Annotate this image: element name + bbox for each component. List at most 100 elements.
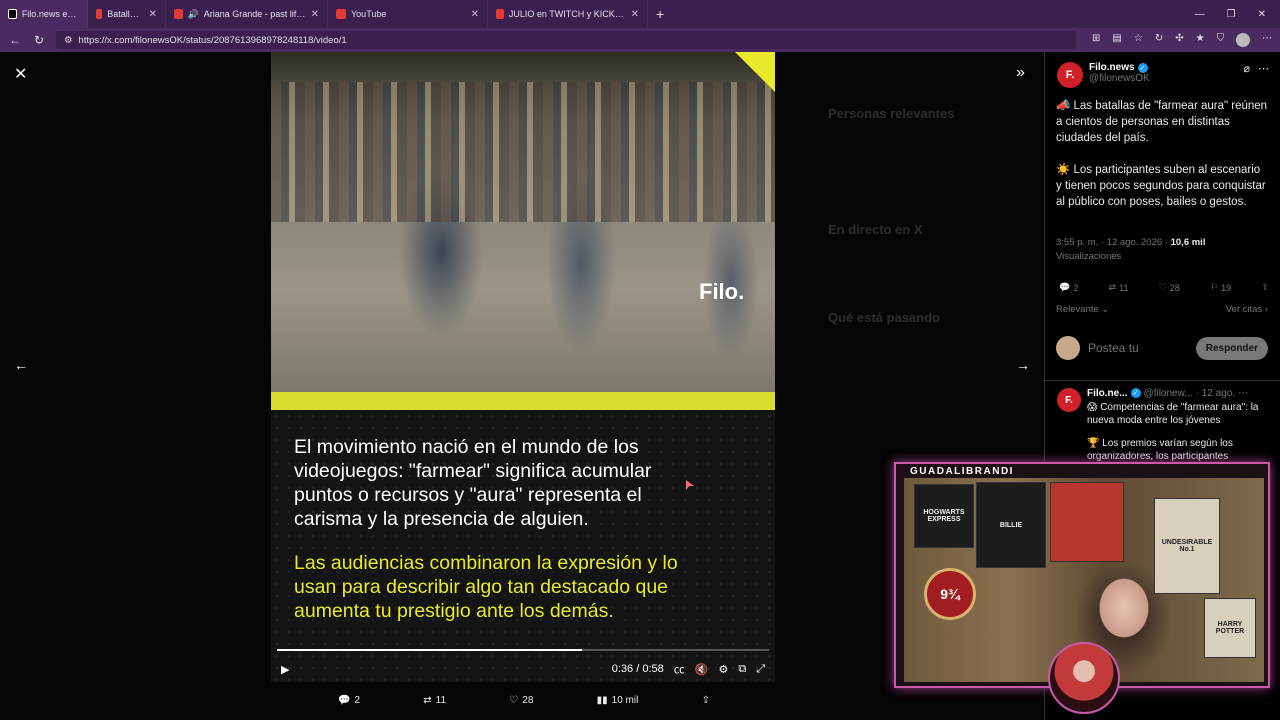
- url-field[interactable]: ⚙ https://x.com/filonewsOK/status/208761…: [56, 31, 1076, 49]
- poster-undesirable: UNDESIRABLE No.1: [1154, 498, 1220, 594]
- caption-area: El movimiento nació en el mundo de los v…: [271, 410, 775, 682]
- views-count: 10 mil: [611, 694, 639, 706]
- author-handle[interactable]: @filonewsOK: [1089, 73, 1150, 84]
- tab-title: Filo.news en X: ": [21, 9, 79, 19]
- youtube-favicon-icon: [96, 9, 103, 19]
- shield-icon[interactable]: ⛉: [1217, 33, 1225, 47]
- extensions-icon[interactable]: ✣: [1175, 33, 1183, 47]
- more-options-icon[interactable]: ⋯: [1238, 388, 1248, 399]
- x-favicon-icon: [8, 9, 17, 19]
- close-window-icon[interactable]: ✕: [1258, 9, 1266, 20]
- close-tab-icon[interactable]: ✕: [631, 9, 639, 20]
- author-avatar[interactable]: F.: [1057, 62, 1083, 88]
- tweet-paragraph-1: 📣 Las batallas de "farmear aura" reúnen …: [1056, 100, 1268, 144]
- divider: [1045, 380, 1280, 381]
- filo-logo: Filo.: [699, 279, 745, 304]
- tweet-bookmark-count: 19: [1221, 282, 1232, 293]
- streamer-avatar: [1048, 642, 1120, 714]
- tab-ariana[interactable]: 🔊 Ariana Grande - past life (lyric ✕: [166, 0, 328, 28]
- reply-submit-button[interactable]: Responder: [1195, 336, 1268, 360]
- play-icon[interactable]: ▶: [281, 663, 289, 676]
- captions-icon[interactable]: ㏄: [674, 661, 685, 677]
- reply-body: Filo.ne... ✓ @filonew... · 12 ago. ⋯ 😱 C…: [1087, 388, 1269, 473]
- sort-label: Relevante: [1056, 304, 1099, 315]
- video-controls: ▶ 0:36 / 0:58 ㏄ 🔇 ⚙ ⧉ ⤢: [271, 658, 775, 680]
- author-name[interactable]: Filo.news: [1089, 62, 1135, 73]
- profile-avatar[interactable]: [1236, 33, 1251, 47]
- chevron-right-icon: ›: [1264, 304, 1268, 315]
- tab-batallas[interactable]: Batallas de "fa ✕: [88, 0, 166, 28]
- reply-author-name[interactable]: Filo.ne...: [1087, 388, 1128, 399]
- tweet-reply-button[interactable]: 💬 2: [1059, 282, 1078, 293]
- reply-tweet[interactable]: F. Filo.ne... ✓ @filonew... · 12 ago. ⋯ …: [1057, 388, 1269, 473]
- tweet-like-button[interactable]: ♡ 28: [1159, 282, 1180, 293]
- pip-icon[interactable]: ⧉: [738, 663, 746, 676]
- tweet-repost-button[interactable]: ⇄ 11: [1109, 282, 1129, 293]
- restore-icon[interactable]: ❐: [1227, 9, 1236, 20]
- reload-icon[interactable]: ↻: [32, 33, 46, 47]
- tweet-paragraph-2: ☀️ Los participantes suben al escenario …: [1056, 164, 1266, 208]
- close-tab-icon[interactable]: ✕: [149, 9, 157, 20]
- reader-icon[interactable]: ▤: [1112, 33, 1121, 47]
- refresh-icon[interactable]: ↻: [1155, 33, 1163, 47]
- tweet-repost-count: 11: [1119, 282, 1129, 293]
- more-icon[interactable]: ⋯: [1262, 33, 1272, 47]
- site-info-icon[interactable]: ⚙: [64, 35, 73, 46]
- author-names: Filo.news ✓ @filonewsOK: [1089, 62, 1150, 90]
- tab-julio[interactable]: JULIO en TWITCH y KICK ARGENTI ✕: [488, 0, 648, 28]
- sort-dropdown[interactable]: Relevante ⌄: [1056, 304, 1109, 315]
- reply-count: 2: [354, 694, 361, 706]
- views-button[interactable]: ▮▮ 10 mil: [597, 695, 639, 706]
- previous-icon[interactable]: ←: [14, 357, 28, 373]
- tweet-timestamp[interactable]: 3:55 p. m. · 12 ago. 2026 ·: [1056, 237, 1168, 248]
- tweet-share-button[interactable]: ⇪: [1261, 282, 1269, 293]
- tweet-bookmark-button[interactable]: ⚐ 19: [1210, 282, 1231, 293]
- media-viewer: Personas relevantes En directo en X Qué …: [0, 52, 1044, 720]
- like-button[interactable]: ♡ 28: [509, 695, 533, 706]
- youtube-favicon-icon: [174, 9, 183, 19]
- view-quotes-link[interactable]: Ver citas ›: [1226, 304, 1268, 315]
- video-player[interactable]: El movimiento nació en el mundo de los v…: [271, 52, 775, 682]
- grok-icon[interactable]: ⌀: [1243, 62, 1250, 90]
- expand-icon[interactable]: »: [1016, 64, 1025, 82]
- repost-icon: ⇄: [423, 694, 432, 706]
- author-name-row: Filo.news ✓: [1089, 62, 1150, 73]
- repost-count: 11: [435, 694, 447, 706]
- share-button[interactable]: ⇪: [702, 695, 710, 706]
- minimize-icon[interactable]: —: [1195, 9, 1205, 20]
- reply-button[interactable]: 💬 2: [338, 695, 360, 706]
- close-tab-icon[interactable]: ✕: [311, 9, 319, 20]
- replies-sort-row: Relevante ⌄ Ver citas ›: [1056, 304, 1268, 315]
- yellow-stripe: [271, 392, 775, 410]
- new-tab-button[interactable]: +: [648, 6, 672, 22]
- quotes-label: Ver citas: [1225, 304, 1263, 315]
- browser-tools: ⊞ ▤ ☆ ↻ ✣ ★ ⛉ ⋯: [1092, 33, 1272, 47]
- more-options-icon[interactable]: ⋯: [1258, 62, 1269, 90]
- reply-author-avatar[interactable]: F.: [1057, 388, 1081, 412]
- next-icon[interactable]: →: [1016, 357, 1030, 373]
- chevron-down-icon: ⌄: [1101, 304, 1110, 315]
- speaker-icon[interactable]: 🔊: [188, 9, 199, 20]
- reply-input[interactable]: Postea tu: [1088, 341, 1139, 355]
- progress-bar[interactable]: [277, 649, 769, 651]
- views-icon: ▮▮: [596, 694, 608, 706]
- tweet-header-icons: ⌀ ⋯: [1243, 62, 1269, 90]
- close-icon[interactable]: ✕: [14, 64, 27, 84]
- back-icon[interactable]: ←: [8, 33, 22, 47]
- caption-paragraph-1: El movimiento nació en el mundo de los v…: [294, 436, 652, 530]
- mute-icon[interactable]: 🔇: [695, 663, 709, 676]
- reply-paragraph-2: 🏆 Los premios varían según los organizad…: [1087, 438, 1233, 462]
- verified-icon: ✓: [1137, 62, 1148, 73]
- favorites-icon[interactable]: ★: [1196, 33, 1205, 47]
- tweet-like-count: 28: [1169, 282, 1180, 293]
- tab-title: Batallas de "fa: [107, 9, 143, 19]
- settings-icon[interactable]: ⚙: [718, 663, 728, 676]
- tab-filo[interactable]: Filo.news en X: ": [0, 0, 88, 28]
- close-tab-icon[interactable]: ✕: [471, 9, 479, 20]
- repost-button[interactable]: ⇄ 11: [423, 695, 446, 706]
- streamer-name: GUADALIBRANDI: [910, 466, 1014, 477]
- tab-youtube[interactable]: YouTube ✕: [328, 0, 488, 28]
- favorite-icon[interactable]: ☆: [1134, 33, 1143, 47]
- fullscreen-icon[interactable]: ⤢: [756, 663, 765, 676]
- apps-icon[interactable]: ⊞: [1092, 33, 1100, 47]
